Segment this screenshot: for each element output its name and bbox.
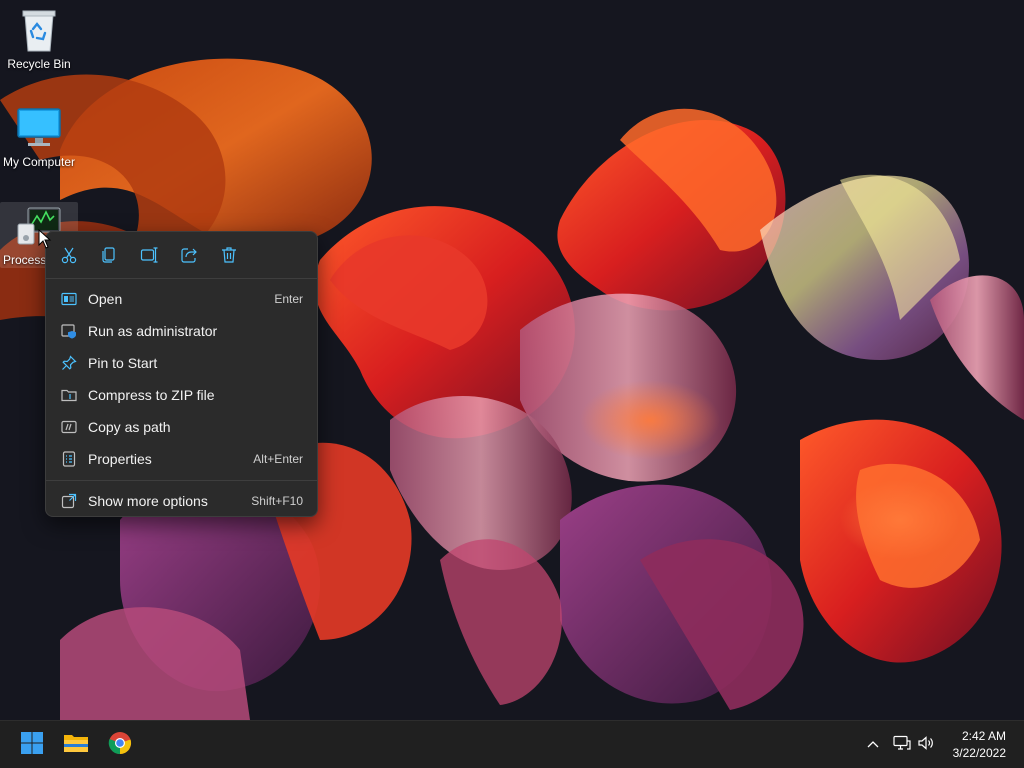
menu-item-label: Open	[88, 291, 123, 307]
network-icon	[893, 735, 911, 756]
menu-item-label: Run as administrator	[88, 323, 218, 339]
mouse-cursor-icon	[38, 228, 52, 254]
rename-icon[interactable]	[138, 244, 160, 266]
quick-actions-bar	[46, 232, 317, 278]
menu-separator	[46, 480, 317, 481]
menu-item-accelerator: Shift+F10	[251, 494, 303, 508]
folder-icon	[63, 732, 89, 759]
pin-icon	[60, 354, 78, 372]
trash-icon[interactable]	[218, 244, 240, 266]
taskbar-clock[interactable]: 2:42 AM 3/22/2022	[953, 728, 1006, 762]
desktop-icon-my-computer[interactable]: My Computer	[0, 104, 78, 169]
file-explorer-button[interactable]	[60, 729, 92, 761]
share-icon[interactable]	[178, 244, 200, 266]
menu-item-properties[interactable]: Properties Alt+Enter	[46, 443, 317, 475]
menu-item-label: Show more options	[88, 493, 208, 509]
menu-item-open[interactable]: Open Enter	[46, 283, 317, 315]
path-icon	[60, 418, 78, 436]
menu-item-accelerator: Enter	[274, 292, 303, 306]
recycle-bin-icon	[15, 6, 63, 54]
volume-button[interactable]	[914, 729, 938, 761]
menu-item-copy-as-path[interactable]: Copy as path	[46, 411, 317, 443]
scissors-icon[interactable]	[58, 244, 80, 266]
show-hidden-icons-button[interactable]	[862, 729, 884, 761]
volume-icon	[917, 735, 935, 756]
menu-item-label: Pin to Start	[88, 355, 158, 371]
chevron-up-icon	[866, 736, 880, 754]
menu-item-show-more-options[interactable]: Show more options Shift+F10	[46, 485, 317, 517]
menu-item-accelerator: Alt+Enter	[253, 452, 303, 466]
properties-icon	[60, 450, 78, 468]
menu-item-compress-zip[interactable]: Compress to ZIP file	[46, 379, 317, 411]
chrome-icon	[108, 731, 132, 760]
menu-item-label: Compress to ZIP file	[88, 387, 215, 403]
shield-window-icon	[60, 322, 78, 340]
menu-item-run-as-admin[interactable]: Run as administrator	[46, 315, 317, 347]
desktop-icon-recycle-bin[interactable]: Recycle Bin	[0, 6, 78, 71]
menu-item-pin-to-start[interactable]: Pin to Start	[46, 347, 317, 379]
menu-item-label: Properties	[88, 451, 152, 467]
desktop-icon-label: My Computer	[2, 155, 76, 169]
zip-folder-icon	[60, 386, 78, 404]
taskbar: 2:42 AM 3/22/2022	[0, 720, 1024, 768]
more-options-icon	[60, 492, 78, 510]
clock-date: 3/22/2022	[952, 746, 1006, 760]
copy-icon[interactable]	[98, 244, 120, 266]
menu-item-label: Copy as path	[88, 419, 171, 435]
desktop-icon-label: Recycle Bin	[7, 57, 71, 71]
chrome-button[interactable]	[104, 729, 136, 761]
network-button[interactable]	[890, 729, 914, 761]
monitor-icon	[15, 104, 63, 152]
windows-start-icon	[20, 731, 44, 760]
clock-time: 2:42 AM	[961, 729, 1006, 743]
open-icon	[60, 290, 78, 308]
context-menu: Open Enter Run as administrator Pin to S…	[45, 231, 318, 517]
start-button[interactable]	[16, 729, 48, 761]
